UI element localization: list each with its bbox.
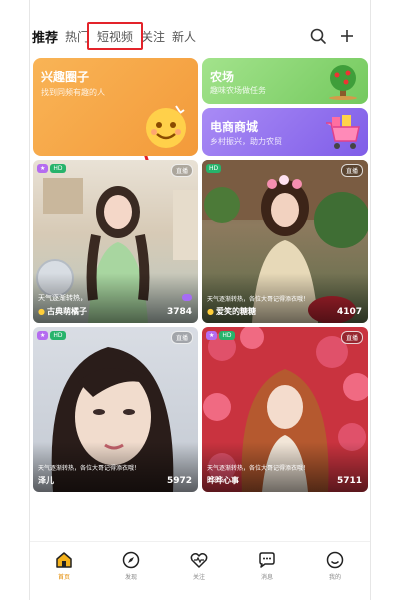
card-farm[interactable]: 农场 趣味农场做任务 — [202, 58, 368, 104]
video-streamer-name: 泽儿 — [38, 476, 54, 485]
card-interest-title: 兴趣圈子 — [41, 70, 90, 84]
video-tile-2[interactable]: HD 直播 天气逐渐转热，各位大哥记得添衣哦！ ● 爱笑的糖糖 4107 — [202, 160, 368, 323]
video-streamer-name: 晔晔心事 — [207, 476, 239, 485]
tier-badge: ★ — [206, 331, 218, 340]
card-farm-subtitle: 趣味农场做任务 — [210, 86, 266, 95]
nav-profile-label: 我的 — [328, 574, 341, 581]
compass-icon — [122, 551, 140, 569]
card-interest-circle[interactable]: 兴趣圈子 找到同频有趣的人 — [33, 58, 198, 156]
fire-icon: ● — [38, 307, 45, 316]
video-tile-1[interactable]: ★ HD 直播 天气逐渐转热， ● 古典萌橘子 3784 — [33, 160, 198, 323]
nav-messages-label: 消息 — [260, 574, 273, 581]
live-button[interactable]: 直播 — [340, 164, 363, 177]
chat-bubble-icon — [182, 294, 192, 301]
heart-pulse-icon — [190, 553, 208, 568]
nav-follow-label: 关注 — [192, 574, 205, 581]
card-farm-title: 农场 — [210, 70, 235, 84]
nav-profile[interactable]: 我的 — [305, 550, 365, 581]
shopping-cart-icon — [326, 115, 360, 149]
video-tile-4[interactable]: ★ HD 直播 天气逐渐转热，各位大哥记得添衣哦！ 晔晔心事 5711 — [202, 327, 368, 492]
tile-badges: ★ HD — [37, 331, 66, 340]
video-caption: 天气逐渐转热，各位大哥记得添衣哦！ — [207, 465, 310, 472]
nav-home[interactable]: 首页 — [34, 550, 94, 581]
nav-home-label: 首页 — [57, 574, 70, 581]
video-caption: 天气逐渐转热， — [38, 294, 87, 302]
bottom-nav-bar: 首页 发现 关注 消息 我的 — [30, 541, 370, 600]
nav-messages[interactable]: 消息 — [237, 550, 297, 581]
live-button[interactable]: 直播 — [170, 164, 193, 177]
video-viewer-count: 5711 — [336, 476, 362, 486]
video-tile-3[interactable]: ★ HD 直播 天气逐渐转热，各位大哥记得添衣哦！ 泽儿 5972 — [33, 327, 198, 492]
tile-badges: ★ HD — [37, 164, 66, 173]
video-viewer-count: 5972 — [166, 476, 192, 486]
phone-screen: 推荐 热门 短视频 关注 新人 兴趣圈子 找到同频有趣的人 农场 趣味农场做任务… — [30, 0, 370, 600]
nav-discover[interactable]: 发现 — [101, 550, 161, 581]
live-button[interactable]: 直播 — [340, 331, 363, 344]
video-caption: 天气逐渐转热，各位大哥记得添衣哦！ — [38, 465, 141, 472]
frame-border-right — [370, 0, 371, 600]
hd-badge: HD — [50, 164, 66, 173]
chat-icon — [259, 552, 275, 568]
tile-badges: HD — [206, 164, 222, 173]
nav-follow[interactable]: 关注 — [169, 550, 229, 581]
tile-badges: ★ HD — [206, 331, 235, 340]
card-mall-subtitle: 乡村振兴，助力农贸 — [210, 137, 282, 146]
hd-badge: HD — [206, 164, 222, 173]
fire-icon: ● — [207, 307, 214, 316]
nav-discover-label: 发现 — [124, 574, 137, 581]
video-viewer-count: 3784 — [166, 307, 192, 317]
live-button[interactable]: 直播 — [170, 331, 193, 344]
tier-badge: ★ — [37, 331, 49, 340]
tier-badge: ★ — [37, 164, 49, 173]
smile-icon — [326, 551, 344, 569]
card-interest-subtitle: 找到同频有趣的人 — [41, 88, 105, 97]
hd-badge: HD — [219, 331, 235, 340]
video-viewer-count: 4107 — [336, 307, 362, 317]
tree-icon — [329, 65, 357, 100]
video-caption: 天气逐渐转热，各位大哥记得添衣哦！ — [207, 296, 310, 303]
card-mall[interactable]: 电商商城 乡村振兴，助力农贸 — [202, 108, 368, 156]
emoji-face-icon — [146, 105, 186, 148]
video-streamer-name: ● 爱笑的糖糖 — [207, 307, 256, 316]
card-mall-title: 电商商城 — [210, 120, 259, 134]
home-icon — [56, 552, 72, 568]
video-streamer-name: ● 古典萌橘子 — [38, 307, 87, 316]
hd-badge: HD — [50, 331, 66, 340]
